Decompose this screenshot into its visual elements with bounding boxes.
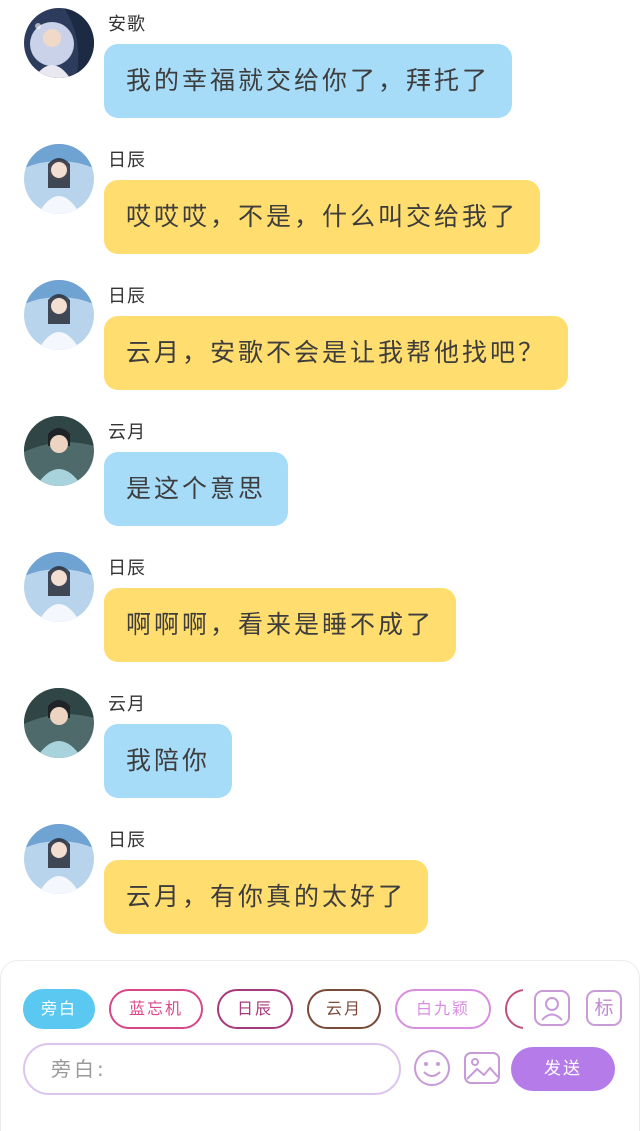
yun-yue-avatar[interactable] [24,416,94,486]
chip-more[interactable] [505,989,523,1029]
chip-bai-jiu-ying[interactable]: 白九颖 [395,989,491,1029]
message-bubble[interactable]: 云月，有你真的太好了 [104,860,429,934]
chat-message: 安歌 我的幸福就交给你了，拜托了 [0,0,640,136]
yun-yue-avatar[interactable] [24,688,94,758]
ri-chen-avatar[interactable] [24,824,94,894]
chat-message: 日辰 哎哎哎，不是，什么叫交给我了 [0,136,640,272]
message-bubble[interactable]: 哎哎哎，不是，什么叫交给我了 [104,180,541,254]
sender-name: 云月 [108,422,146,443]
sender-name: 日辰 [108,150,146,171]
send-button[interactable]: 发送 [511,1047,615,1091]
mark-button[interactable]: 标 [585,989,623,1027]
message-bubble[interactable]: 啊啊啊，看来是睡不成了 [104,588,457,662]
chat-message: 云月 是这个意思 [0,408,640,544]
chat-message: 日辰 云月，有你真的太好了 [0,816,640,952]
chip-yun-yue[interactable]: 云月 [307,989,381,1029]
person-card-icon[interactable] [533,989,571,1027]
ri-chen-avatar[interactable] [24,552,94,622]
sender-name: 日辰 [108,286,146,307]
message-bubble[interactable]: 我陪你 [104,724,233,798]
sender-name: 日辰 [108,558,146,579]
message-input[interactable]: 旁白: [23,1043,401,1095]
sender-name: 云月 [108,694,146,715]
smiley-icon[interactable] [413,1049,451,1087]
ri-chen-avatar[interactable] [24,280,94,350]
mark-label: 标 [594,997,614,1019]
image-icon[interactable] [463,1049,501,1087]
message-bubble[interactable]: 我的幸福就交给你了，拜托了 [104,44,513,118]
sender-name: 日辰 [108,830,146,851]
character-chips[interactable]: 旁白 蓝忘机 日辰 云月 白九颖 [23,987,523,1031]
chat-message: 日辰 云月，安歌不会是让我帮他找吧？ [0,272,640,408]
input-panel: 旁白 蓝忘机 日辰 云月 白九颖 标 旁白: 发送 [0,960,640,1131]
chip-ri-chen[interactable]: 日辰 [217,989,293,1029]
chip-narrator[interactable]: 旁白 [23,989,95,1029]
message-bubble[interactable]: 云月，安歌不会是让我帮他找吧？ [104,316,569,390]
sender-name: 安歌 [108,14,146,35]
chat-message: 日辰 啊啊啊，看来是睡不成了 [0,544,640,680]
chat-list[interactable]: 安歌 我的幸福就交给你了，拜托了 日辰 哎哎哎，不是，什么叫交给我了 日辰 云月… [0,0,640,955]
chip-lan-wang-ji[interactable]: 蓝忘机 [109,989,203,1029]
an-ge-avatar[interactable] [24,8,94,78]
message-bubble[interactable]: 是这个意思 [104,452,289,526]
ri-chen-avatar[interactable] [24,144,94,214]
chat-message: 云月 我陪你 [0,680,640,816]
